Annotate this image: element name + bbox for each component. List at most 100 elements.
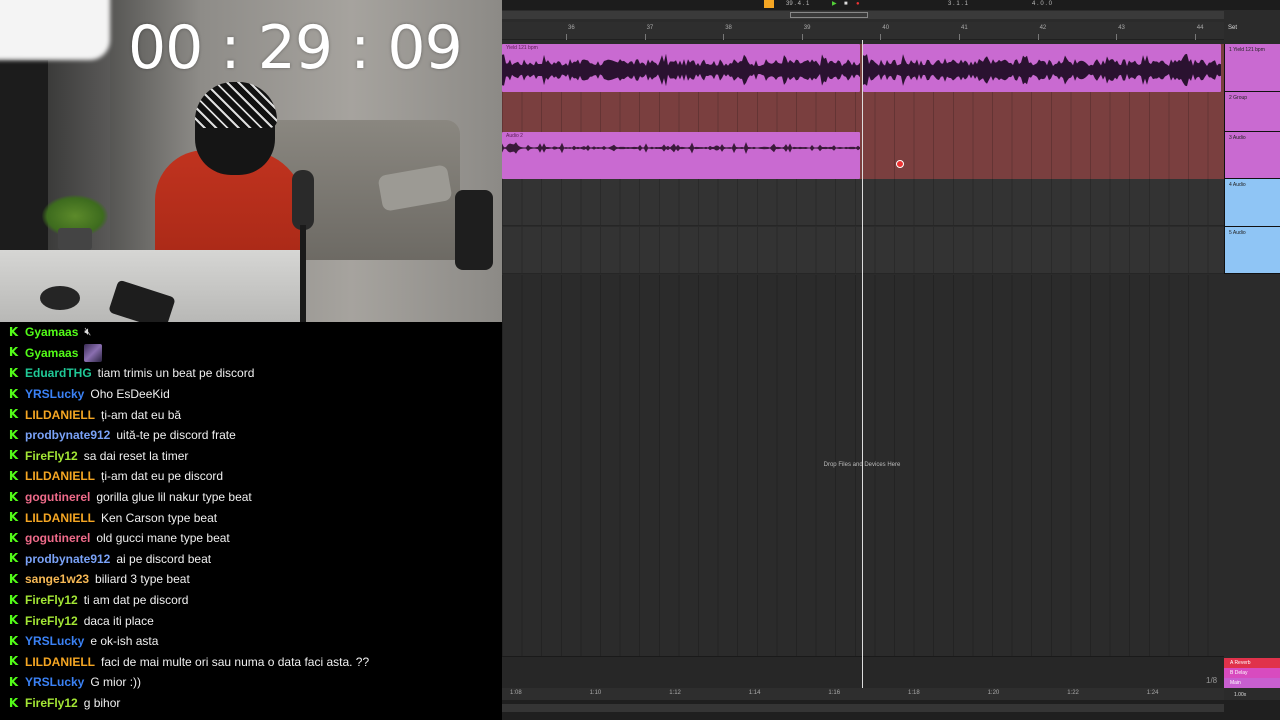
lane-grid	[502, 92, 1224, 132]
chat-text: gorilla glue lil nakur type beat	[96, 490, 252, 505]
time-tick-label: 1:16	[828, 690, 841, 696]
waveform-yield-left	[502, 53, 860, 87]
chat-message: Kgogutinerel gorilla glue lil nakur type …	[0, 487, 502, 508]
chat-message: K LILDANIELL ți-am dat eu bă	[0, 404, 502, 425]
plant-pot	[58, 228, 92, 250]
waveform-yield-right	[863, 53, 1221, 87]
streamer-beanie	[195, 82, 277, 128]
kick-badge-icon: K	[8, 386, 19, 401]
chat-username[interactable]: YRSLucky	[25, 675, 84, 689]
track-header-5[interactable]: 5 Audio	[1224, 227, 1280, 274]
chat-text: ti am dat pe discord	[83, 593, 189, 608]
ruler-tick-label: 36	[568, 25, 575, 31]
chat-username[interactable]: FireFly12	[25, 614, 78, 628]
track-lane-3[interactable]: Audio 2	[502, 132, 1224, 179]
kick-badge-icon: K	[8, 695, 19, 710]
time-ruler[interactable]: 1:08 1:10 1:12 1:14 1:16 1:18 1:20 1:22 1:24	[502, 688, 1224, 700]
loop-end[interactable]: 4 . 0 . 0	[1032, 0, 1052, 8]
clip-audio-2[interactable]: Audio 2	[502, 132, 860, 179]
playhead[interactable]	[862, 40, 863, 688]
track-lane-2[interactable]	[502, 92, 1224, 132]
ruler-tick	[723, 34, 725, 40]
time-tick-label: 1:14	[748, 690, 761, 696]
track-name: 2 Group	[1229, 95, 1248, 101]
chat-username[interactable]: LILDANIELL	[25, 408, 95, 422]
track-header-3[interactable]: 3 Audio	[1224, 132, 1280, 179]
chat-text: ți-am dat eu pe discord	[101, 469, 224, 484]
chat-username[interactable]: prodbynate912	[25, 552, 110, 566]
chat-username[interactable]: FireFly12	[25, 696, 78, 710]
track-lane-4[interactable]	[502, 179, 1224, 226]
chat-username[interactable]: EduardTHG	[25, 366, 92, 380]
chat-username[interactable]: LILDANIELL	[25, 511, 95, 525]
kick-badge-icon: K	[8, 674, 19, 689]
kick-badge-icon: K	[8, 365, 19, 380]
zoom-level: 1.00x	[1234, 692, 1247, 698]
stream-timer: 00 : 29 : 09	[128, 13, 463, 83]
time-tick-label: 1:08	[510, 690, 522, 696]
chat-username[interactable]: Gyamaas	[25, 346, 78, 360]
track-header-4[interactable]: 4 Audio	[1224, 179, 1280, 227]
beat-ruler[interactable]: 36 37 38 39 40 41 42 43 44	[502, 22, 1224, 40]
track-lane-1[interactable]: Yield 121 bpm	[502, 44, 1224, 92]
mute-icon: 🔇︎	[84, 326, 92, 339]
chat-username[interactable]: sange1w23	[25, 572, 89, 586]
chat-username[interactable]: gogutinerel	[25, 531, 90, 545]
kick-badge-icon: K	[8, 613, 19, 628]
chat-text: g bihor	[83, 696, 121, 711]
clip-yield-right[interactable]	[863, 44, 1221, 92]
chat-message: K YRSLucky Oho EsDeeKid	[0, 384, 502, 405]
chat-message: K LILDANIELL Ken Carson type beat	[0, 507, 502, 528]
lane-grid	[502, 179, 1224, 225]
time-tick-label: 1:12	[669, 690, 681, 696]
chat-username[interactable]: gogutinerel	[25, 490, 90, 504]
chat-username[interactable]: LILDANIELL	[25, 655, 95, 669]
record-icon[interactable]: ●	[856, 0, 860, 8]
clip-yield-left[interactable]: Yield 121 bpm	[502, 44, 860, 92]
track-header-2[interactable]: 2 Group	[1224, 92, 1280, 132]
overview-window[interactable]	[790, 12, 868, 18]
chat-message: K Gyamaas	[0, 343, 502, 364]
chat-panel: K Gyamaas 🔇︎ K Gyamaas K EduardTHG tiam trimis …	[0, 322, 502, 720]
loop-start[interactable]: 3 . 1 . 1	[948, 0, 968, 8]
kick-badge-icon: K	[8, 448, 19, 463]
ruler-tick	[801, 34, 803, 40]
daw-window: 39 . 4 . 1 ▶ ■ ● 3 . 1 . 1 4 . 0 . 0 36 3…	[502, 0, 1280, 720]
zoom-display[interactable]: 1.00x	[1224, 690, 1280, 700]
chat-username[interactable]: FireFly12	[25, 449, 78, 463]
chat-username[interactable]: YRSLucky	[25, 387, 84, 401]
stop-icon[interactable]: ■	[844, 0, 848, 8]
play-icon[interactable]: ▶	[832, 0, 837, 8]
kick-badge-icon: K	[8, 654, 19, 669]
ruler-tick	[880, 34, 882, 40]
kick-badge-icon: K	[8, 633, 19, 648]
horizontal-scrollbar[interactable]	[502, 704, 1224, 712]
chat-username[interactable]: FireFly12	[25, 593, 78, 607]
metronome-button[interactable]	[764, 0, 774, 8]
main-track[interactable]: Main	[1224, 678, 1280, 688]
ruler-tick	[644, 34, 646, 40]
return-tracks-area[interactable]	[502, 656, 1224, 688]
chat-username[interactable]: LILDANIELL	[25, 469, 95, 483]
speaker	[455, 190, 493, 270]
song-position[interactable]: 39 . 4 . 1	[786, 0, 809, 8]
chat-username[interactable]: prodbynate912	[25, 428, 110, 442]
chat-message: K FireFly12 sa dai reset la timer	[0, 446, 502, 467]
chat-username[interactable]: YRSLucky	[25, 634, 84, 648]
chat-message: K FireFly12 daca iti place	[0, 610, 502, 631]
return-track-a[interactable]: A Reverb	[1224, 658, 1280, 668]
waveform-audio-2	[502, 142, 860, 154]
stop-marker-icon[interactable]	[896, 160, 904, 168]
ruler-tick-label: 38	[725, 25, 732, 31]
chat-username[interactable]: Gyamaas	[25, 325, 78, 339]
set-label[interactable]: Set	[1228, 25, 1237, 31]
arrangement-overview[interactable]	[502, 11, 1224, 19]
return-track-b[interactable]: B Delay	[1224, 668, 1280, 678]
track-lane-5[interactable]	[502, 227, 1224, 274]
kick-badge-icon: K	[8, 407, 19, 422]
chat-message: K FireFly12 g bihor	[0, 693, 502, 714]
track-name: 4 Audio	[1229, 182, 1246, 188]
track-header-1[interactable]: 1 Yield 121 bpm	[1224, 44, 1280, 92]
chat-text: uită-te pe discord frate	[116, 428, 236, 443]
kick-badge-icon: K	[8, 427, 19, 442]
